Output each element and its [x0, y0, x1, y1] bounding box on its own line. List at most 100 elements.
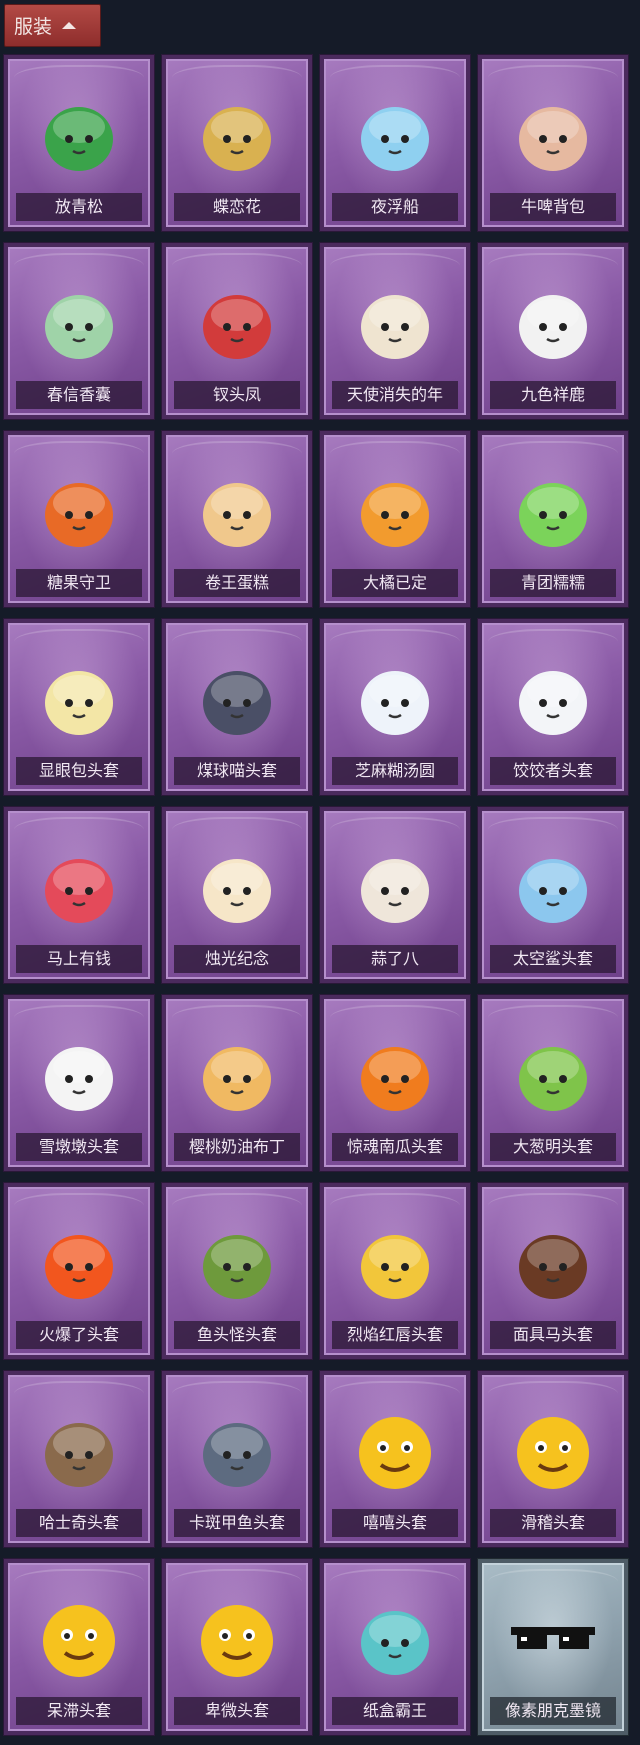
red-horse-head-icon	[33, 833, 125, 941]
item-card[interactable]: 面具马头套	[478, 1183, 628, 1359]
item-name: 雪墩墩头套	[16, 1133, 142, 1161]
item-name: 蝶恋花	[174, 193, 300, 221]
pikachu-sunglasses-icon	[349, 1209, 441, 1317]
deer-icon	[507, 269, 599, 377]
item-card[interactable]: 烛光纪念	[162, 807, 312, 983]
item-name: 卡斑甲鱼头套	[174, 1509, 300, 1537]
lightbulb-head-icon	[33, 645, 125, 753]
item-card[interactable]: 哈士奇头套	[4, 1371, 154, 1547]
whale-head-icon	[191, 1397, 283, 1505]
item-name: 火爆了头套	[16, 1321, 142, 1349]
humble-emoji-icon	[191, 1585, 283, 1693]
item-name: 烈焰红唇头套	[332, 1321, 458, 1349]
horse-mask-icon	[507, 1209, 599, 1317]
outfit-tab-button[interactable]: 服装	[4, 4, 101, 47]
item-name: 马上有钱	[16, 945, 142, 973]
garlic-head-icon	[349, 833, 441, 941]
chevron-up-icon	[62, 22, 77, 29]
item-card[interactable]: 纸盒霸王	[320, 1559, 470, 1735]
item-name: 烛光纪念	[174, 945, 300, 973]
item-name: 像素朋克墨镜	[490, 1697, 616, 1725]
roll-cake-icon	[191, 457, 283, 565]
funny-emoji-icon	[507, 1397, 599, 1505]
item-name: 太空鲨头套	[490, 945, 616, 973]
item-name: 哈士奇头套	[16, 1509, 142, 1537]
scallion-head-icon	[507, 1021, 599, 1129]
item-card[interactable]: 太空鲨头套	[478, 807, 628, 983]
green-rice-ball-icon	[507, 457, 599, 565]
item-card[interactable]: 饺饺者头套	[478, 619, 628, 795]
stunned-emoji-icon	[33, 1585, 125, 1693]
item-name: 煤球喵头套	[174, 757, 300, 785]
fish-head-icon	[191, 1209, 283, 1317]
item-card[interactable]: 夜浮船	[320, 55, 470, 231]
item-name: 钗头凤	[174, 381, 300, 409]
item-card[interactable]: 嘻嘻头套	[320, 1371, 470, 1547]
item-card[interactable]: 樱桃奶油布丁	[162, 995, 312, 1171]
item-card[interactable]: 青团糯糯	[478, 431, 628, 607]
item-name: 显眼包头套	[16, 757, 142, 785]
shark-head-icon	[507, 833, 599, 941]
item-card[interactable]: 显眼包头套	[4, 619, 154, 795]
box-dinosaur-icon	[349, 1585, 441, 1693]
item-card[interactable]: 牛啤背包	[478, 55, 628, 231]
item-card[interactable]: 糖果守卫	[4, 431, 154, 607]
husky-head-icon	[33, 1397, 125, 1505]
item-card[interactable]: 放青松	[4, 55, 154, 231]
item-card[interactable]: 煤球喵头套	[162, 619, 312, 795]
item-name: 青团糯糯	[490, 569, 616, 597]
item-card[interactable]: 火爆了头套	[4, 1183, 154, 1359]
item-card[interactable]: 雪墩墩头套	[4, 995, 154, 1171]
item-card[interactable]: 像素朋克墨镜	[478, 1559, 628, 1735]
item-name: 纸盒霸王	[332, 1697, 458, 1725]
bonsai-tree-icon	[33, 81, 125, 189]
item-card[interactable]: 卑微头套	[162, 1559, 312, 1735]
tangyuan-head-icon	[349, 645, 441, 753]
item-card[interactable]: 卡斑甲鱼头套	[162, 1371, 312, 1547]
item-name: 樱桃奶油布丁	[174, 1133, 300, 1161]
item-name: 嘻嘻头套	[332, 1509, 458, 1537]
item-name: 惊魂南瓜头套	[332, 1133, 458, 1161]
item-name: 蒜了八	[332, 945, 458, 973]
item-card[interactable]: 大葱明头套	[478, 995, 628, 1171]
item-name: 春信香囊	[16, 381, 142, 409]
item-card[interactable]: 芝麻糊汤圆	[320, 619, 470, 795]
item-name: 牛啤背包	[490, 193, 616, 221]
item-name: 夜浮船	[332, 193, 458, 221]
outfit-tab-label: 服装	[14, 16, 53, 38]
item-card[interactable]: 滑稽头套	[478, 1371, 628, 1547]
item-card[interactable]: 惊魂南瓜头套	[320, 995, 470, 1171]
black-cat-head-icon	[191, 645, 283, 753]
item-name: 滑稽头套	[490, 1509, 616, 1537]
item-card[interactable]: 呆滞头套	[4, 1559, 154, 1735]
grin-emoji-icon	[349, 1397, 441, 1505]
item-card[interactable]: 卷王蛋糕	[162, 431, 312, 607]
item-card[interactable]: 天使消失的年	[320, 243, 470, 419]
item-name: 芝麻糊汤圆	[332, 757, 458, 785]
item-card[interactable]: 九色祥鹿	[478, 243, 628, 419]
item-card[interactable]: 钗头凤	[162, 243, 312, 419]
jellyfish-icon	[349, 81, 441, 189]
item-name: 面具马头套	[490, 1321, 616, 1349]
item-name: 卷王蛋糕	[174, 569, 300, 597]
item-name: 九色祥鹿	[490, 381, 616, 409]
item-card[interactable]: 蒜了八	[320, 807, 470, 983]
item-card[interactable]: 春信香囊	[4, 243, 154, 419]
item-card[interactable]: 马上有钱	[4, 807, 154, 983]
item-name: 呆滞头套	[16, 1697, 142, 1725]
item-card[interactable]: 蝶恋花	[162, 55, 312, 231]
item-name: 卑微头套	[174, 1697, 300, 1725]
dumpling-head-icon	[507, 645, 599, 753]
item-name: 放青松	[16, 193, 142, 221]
item-card[interactable]: 鱼头怪头套	[162, 1183, 312, 1359]
fire-head-icon	[33, 1209, 125, 1317]
item-name: 天使消失的年	[332, 381, 458, 409]
item-card[interactable]: 大橘已定	[320, 431, 470, 607]
sachet-icon	[33, 269, 125, 377]
angel-doll-icon	[349, 269, 441, 377]
snowman-head-icon	[33, 1021, 125, 1129]
item-name: 鱼头怪头套	[174, 1321, 300, 1349]
item-name: 大葱明头套	[490, 1133, 616, 1161]
item-card[interactable]: 烈焰红唇头套	[320, 1183, 470, 1359]
bell-ornament-icon	[191, 81, 283, 189]
